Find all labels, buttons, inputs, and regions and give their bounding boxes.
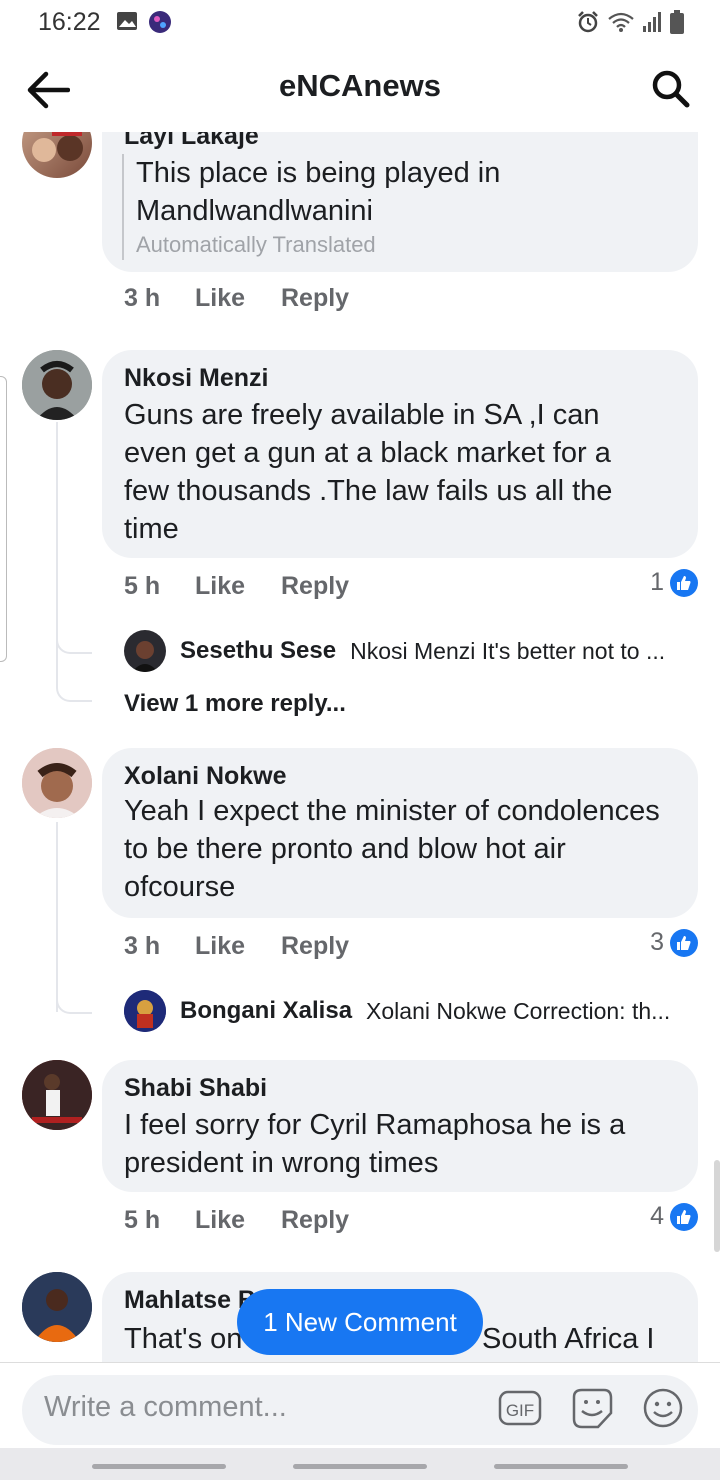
comment-text: Yeah I expect the minister of condolence… (124, 795, 660, 903)
avatar (124, 990, 166, 1032)
battery-icon (670, 10, 684, 34)
gif-icon[interactable]: GIF (498, 1388, 542, 1428)
system-nav-bar (0, 1448, 720, 1480)
comment-bubble[interactable]: Xolani Nokwe Yeah I expect the minister … (102, 748, 698, 918)
like-count: 4 (650, 1202, 664, 1230)
app-icon (149, 11, 171, 33)
status-bar: 16:22 (0, 0, 720, 50)
reply-text: Nkosi Menzi It's better not to ... (350, 637, 666, 664)
svg-text:GIF: GIF (506, 1401, 534, 1420)
comment-text: This place is being played in (136, 157, 501, 189)
reply-link[interactable]: Reply (281, 932, 349, 961)
avatar[interactable] (22, 1060, 92, 1130)
emoji-icon[interactable] (642, 1387, 684, 1429)
page-title: eNCAnews (279, 68, 441, 103)
alarm-icon (578, 11, 598, 33)
comment-bubble[interactable]: Nkosi Menzi Guns are freely available in… (102, 350, 698, 558)
like-count: 3 (650, 928, 664, 956)
reaction-count[interactable]: 3 (650, 928, 698, 957)
like-link[interactable]: Like (195, 932, 245, 961)
status-time: 16:22 (38, 8, 101, 36)
nav-home[interactable] (293, 1464, 427, 1469)
avatar[interactable] (22, 132, 92, 178)
gallery-icon (117, 12, 137, 30)
like-link[interactable]: Like (195, 572, 245, 601)
comment-text: That's on (124, 1323, 243, 1355)
like-count: 1 (650, 568, 664, 596)
reply-text: Xolani Nokwe Correction: th... (366, 997, 671, 1024)
comment-bubble[interactable]: Shabi Shabi I feel sorry for Cyril Ramap… (102, 1060, 698, 1192)
like-thumb-icon (670, 928, 698, 957)
comment-text: South Africa I (482, 1323, 655, 1355)
avatar (124, 630, 166, 672)
view-more-replies-link[interactable]: View 1 more reply... (124, 690, 346, 718)
nav-back[interactable] (494, 1464, 628, 1469)
comment-bubble[interactable]: Layi Lakaje This place is being played i… (102, 132, 698, 272)
reaction-count[interactable]: 1 (650, 568, 698, 597)
search-icon[interactable] (650, 68, 690, 108)
comment-input-placeholder: Write a comment... (44, 1391, 287, 1423)
scrollbar[interactable] (714, 1160, 720, 1252)
like-thumb-icon (670, 568, 698, 597)
like-link[interactable]: Like (195, 1206, 245, 1235)
comment-text: Mandlwandlwanini (136, 195, 373, 227)
reply-author: Bongani Xalisa (180, 997, 353, 1024)
wifi-icon (608, 12, 634, 32)
app-bar: eNCAnews (0, 50, 720, 132)
nav-recents[interactable] (92, 1464, 226, 1469)
comment-text: I feel sorry for Cyril Ramaphosa he is a… (124, 1109, 626, 1179)
comment-author[interactable]: Shabi Shabi (124, 1074, 267, 1103)
reply-link[interactable]: Reply (281, 1206, 349, 1235)
reaction-count[interactable]: 4 (650, 1202, 698, 1231)
reply-preview[interactable]: Bongani Xalisa Xolani Nokwe Correction: … (124, 990, 670, 1032)
signal-icon (643, 12, 661, 32)
like-link[interactable]: Like (195, 284, 245, 313)
comment-author[interactable]: Nkosi Menzi (124, 364, 268, 393)
avatar[interactable] (22, 1272, 92, 1342)
new-comment-button[interactable]: 1 New Comment (237, 1289, 483, 1355)
like-thumb-icon (670, 1202, 698, 1231)
reply-author: Sesethu Sese (180, 637, 337, 664)
comments-feed[interactable]: Layi Lakaje This place is being played i… (0, 132, 720, 1362)
comment-time: 3 h (124, 284, 161, 312)
comment-author[interactable]: Mahlatse B (124, 1286, 256, 1315)
reply-link[interactable]: Reply (281, 572, 349, 601)
comment-input[interactable]: Write a comment... GIF (22, 1375, 698, 1445)
comment-text: Guns are freely available in SA ,I can e… (124, 399, 613, 545)
reply-link[interactable]: Reply (281, 284, 349, 313)
comment-author[interactable]: Xolani Nokwe (124, 762, 287, 791)
comment-author[interactable]: Layi Lakaje (124, 132, 259, 151)
comment-time: 3 h (124, 932, 161, 960)
comment-time: 5 h (124, 1206, 161, 1234)
avatar[interactable] (22, 748, 92, 818)
comment-time: 5 h (124, 572, 161, 600)
avatar[interactable] (22, 350, 92, 420)
translation-block: This place is being played in Mandlwandl… (122, 154, 500, 260)
sticker-icon[interactable] (570, 1387, 614, 1429)
reply-preview[interactable]: Sesethu Sese Nkosi Menzi It's better not… (124, 630, 665, 672)
translation-label: Automatically Translated (136, 232, 376, 257)
